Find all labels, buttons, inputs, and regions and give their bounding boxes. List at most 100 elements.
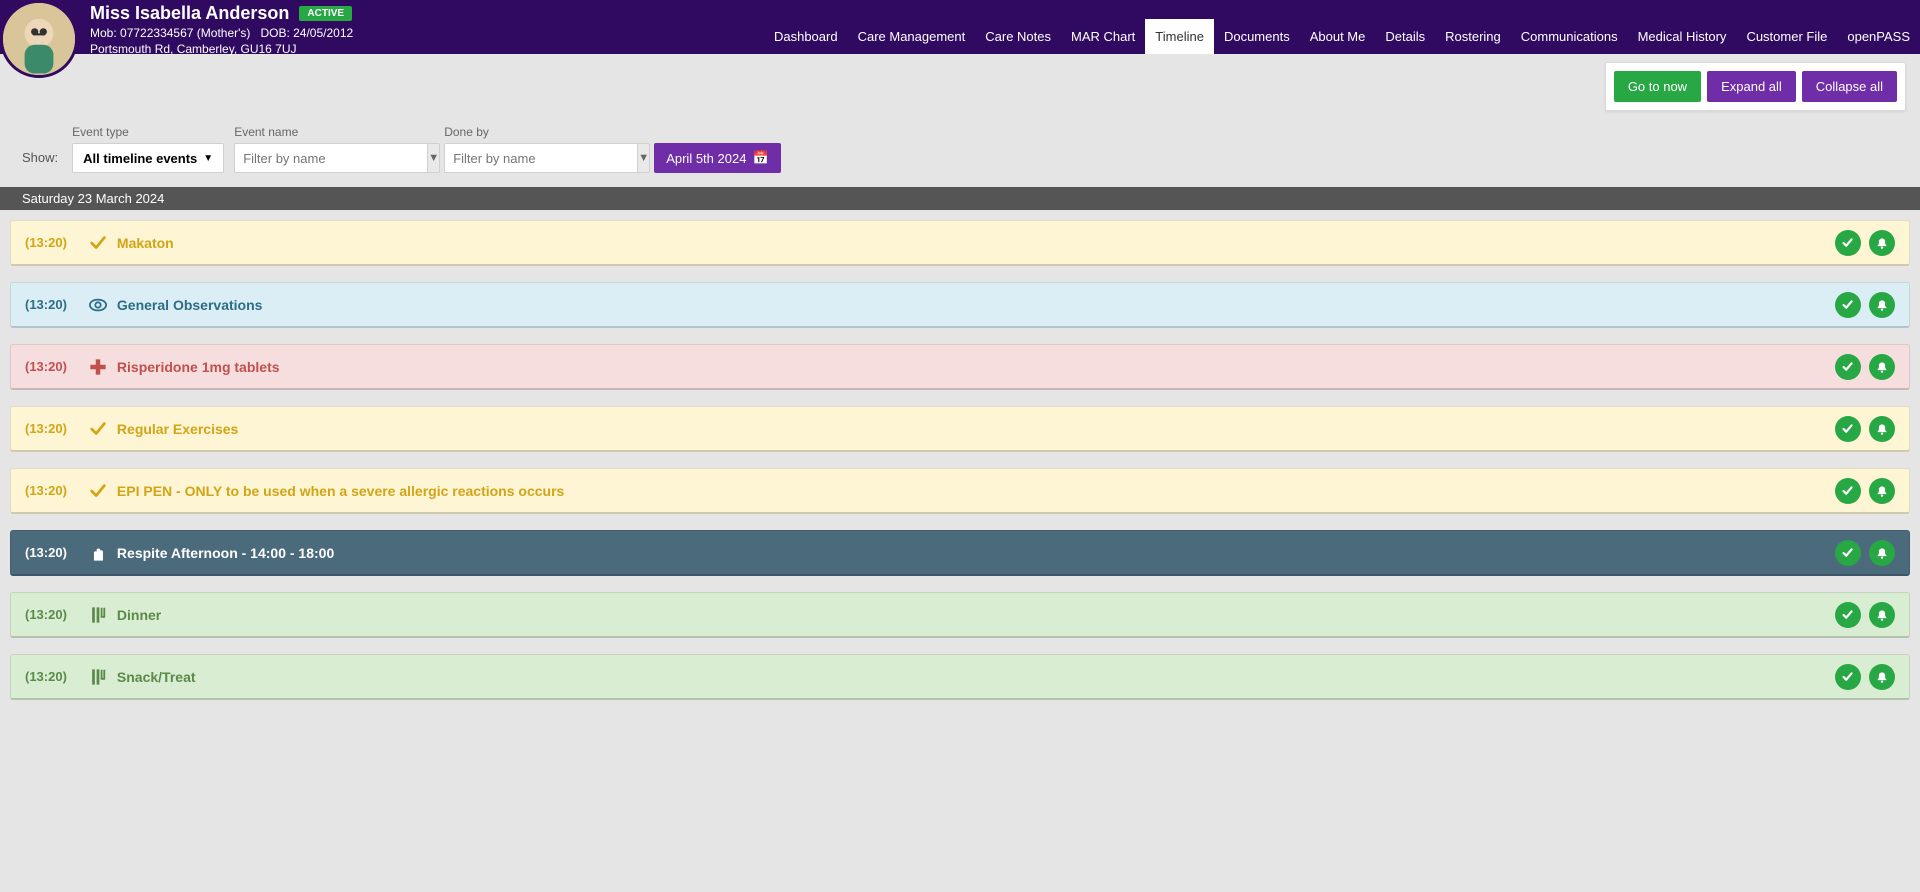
- row-title: Makaton: [117, 235, 174, 251]
- collapse-all-button[interactable]: Collapse all: [1802, 71, 1897, 102]
- tab-care-notes[interactable]: Care Notes: [975, 19, 1061, 54]
- row-badges: [1835, 230, 1895, 256]
- row-title: Dinner: [117, 607, 161, 623]
- status-check-icon[interactable]: [1835, 664, 1861, 690]
- event-type-dropdown[interactable]: All timeline events ▼: [72, 143, 224, 173]
- row-title: Snack/Treat: [117, 669, 196, 685]
- status-badge: ACTIVE: [299, 6, 352, 21]
- timeline-row[interactable]: (13:20)Makaton: [10, 220, 1910, 266]
- bell-icon[interactable]: [1869, 416, 1895, 442]
- tab-customer-file[interactable]: Customer File: [1736, 19, 1837, 54]
- timeline-row[interactable]: (13:20) General Observations: [10, 282, 1910, 328]
- mob-value: 07722334567 (Mother's): [120, 26, 250, 40]
- date-separator: Saturday 23 March 2024: [0, 187, 1920, 210]
- timeline-row[interactable]: (13:20) EPI PEN - ONLY to be used when a …: [10, 468, 1910, 514]
- row-title: Regular Exercises: [117, 421, 238, 437]
- tab-about-me[interactable]: About Me: [1300, 19, 1376, 54]
- event-name-label: Event name: [234, 125, 434, 139]
- event-type-value: All timeline events: [83, 151, 197, 166]
- status-check-icon[interactable]: [1835, 230, 1861, 256]
- tab-care-management[interactable]: Care Management: [848, 19, 976, 54]
- check-icon: [89, 420, 107, 438]
- tab-documents[interactable]: Documents: [1214, 19, 1300, 54]
- go-to-now-button[interactable]: Go to now: [1614, 71, 1701, 102]
- row-title: Respite Afternoon - 14:00 - 18:00: [117, 545, 334, 561]
- timeline-row[interactable]: (13:20) Snack/Treat: [10, 654, 1910, 700]
- row-badges: [1835, 540, 1895, 566]
- row-time: (13:20): [25, 297, 67, 312]
- row-time: (13:20): [25, 545, 67, 560]
- action-bar: Go to now Expand all Collapse all: [0, 54, 1920, 119]
- timeline-row[interactable]: (13:20) Respite Afternoon - 14:00 - 18:00: [10, 530, 1910, 576]
- timeline-list: (13:20)Makaton(13:20)General Observation…: [0, 210, 1920, 700]
- done-by-group: Done by ▼: [444, 125, 644, 173]
- timeline-row[interactable]: (13:20) Dinner: [10, 592, 1910, 638]
- profile-block: Miss Isabella Anderson ACTIVE Mob: 07722…: [90, 0, 353, 56]
- row-badges: [1835, 354, 1895, 380]
- status-check-icon[interactable]: [1835, 540, 1861, 566]
- expand-all-button[interactable]: Expand all: [1707, 71, 1796, 102]
- tab-communications[interactable]: Communications: [1511, 19, 1628, 54]
- dob-value: 24/05/2012: [293, 26, 353, 40]
- status-check-icon[interactable]: [1835, 354, 1861, 380]
- caret-down-icon: ▼: [203, 153, 213, 164]
- tab-medical-history[interactable]: Medical History: [1628, 19, 1737, 54]
- row-time: (13:20): [25, 607, 67, 622]
- row-time: (13:20): [25, 421, 67, 436]
- tab-mar-chart[interactable]: MAR Chart: [1061, 19, 1145, 54]
- bell-icon[interactable]: [1869, 354, 1895, 380]
- row-time: (13:20): [25, 669, 67, 684]
- status-check-icon[interactable]: [1835, 416, 1861, 442]
- avatar[interactable]: [0, 0, 78, 78]
- tab-details[interactable]: Details: [1375, 19, 1435, 54]
- row-badges: [1835, 478, 1895, 504]
- nav-tabs: DashboardCare ManagementCare NotesMAR Ch…: [764, 0, 1920, 54]
- profile-name: Miss Isabella Anderson: [90, 3, 289, 24]
- row-time: (13:20): [25, 483, 67, 498]
- show-label: Show:: [22, 150, 58, 165]
- action-box: Go to now Expand all Collapse all: [1605, 62, 1906, 111]
- row-title: EPI PEN - ONLY to be used when a severe …: [117, 483, 564, 499]
- done-by-input[interactable]: [444, 143, 637, 173]
- status-check-icon[interactable]: [1835, 478, 1861, 504]
- bell-icon[interactable]: [1869, 292, 1895, 318]
- check-icon: [89, 482, 107, 500]
- bell-icon[interactable]: [1869, 540, 1895, 566]
- event-name-dropdown-button[interactable]: ▼: [427, 143, 440, 173]
- bell-icon[interactable]: [1869, 478, 1895, 504]
- date-group: April 5th 2024 📅: [654, 125, 780, 173]
- row-badges: [1835, 416, 1895, 442]
- date-picker-button[interactable]: April 5th 2024 📅: [654, 143, 780, 173]
- bell-icon[interactable]: [1869, 602, 1895, 628]
- timeline-row[interactable]: (13:20) Regular Exercises: [10, 406, 1910, 452]
- timeline-row[interactable]: (13:20) Risperidone 1mg tablets: [10, 344, 1910, 390]
- event-type-label: Event type: [72, 125, 224, 139]
- done-by-dropdown-button[interactable]: ▼: [637, 143, 650, 173]
- address-line: Portsmouth Rd, Camberley, GU16 7UJ: [90, 42, 353, 56]
- food-icon: [89, 668, 107, 686]
- date-value: April 5th 2024: [666, 151, 746, 166]
- tab-openpass[interactable]: openPASS: [1837, 19, 1920, 54]
- row-time: (13:20): [25, 359, 67, 374]
- bell-icon[interactable]: [1869, 230, 1895, 256]
- tab-rostering[interactable]: Rostering: [1435, 19, 1511, 54]
- event-name-input[interactable]: [234, 143, 427, 173]
- calendar-icon: 📅: [752, 150, 768, 166]
- bell-icon[interactable]: [1869, 664, 1895, 690]
- row-badges: [1835, 664, 1895, 690]
- row-title: General Observations: [117, 297, 263, 313]
- check-icon: [89, 234, 107, 252]
- done-by-label: Done by: [444, 125, 644, 139]
- row-badges: [1835, 602, 1895, 628]
- status-check-icon[interactable]: [1835, 292, 1861, 318]
- event-type-group: Event type All timeline events ▼: [72, 125, 224, 173]
- row-badges: [1835, 292, 1895, 318]
- row-title: Risperidone 1mg tablets: [117, 359, 280, 375]
- status-check-icon[interactable]: [1835, 602, 1861, 628]
- mob-label: Mob:: [90, 26, 117, 40]
- dob-label: DOB:: [260, 26, 289, 40]
- tab-timeline[interactable]: Timeline: [1145, 19, 1214, 54]
- event-name-group: Event name ▼: [234, 125, 434, 173]
- tab-dashboard[interactable]: Dashboard: [764, 19, 848, 54]
- hand-icon: [89, 544, 107, 562]
